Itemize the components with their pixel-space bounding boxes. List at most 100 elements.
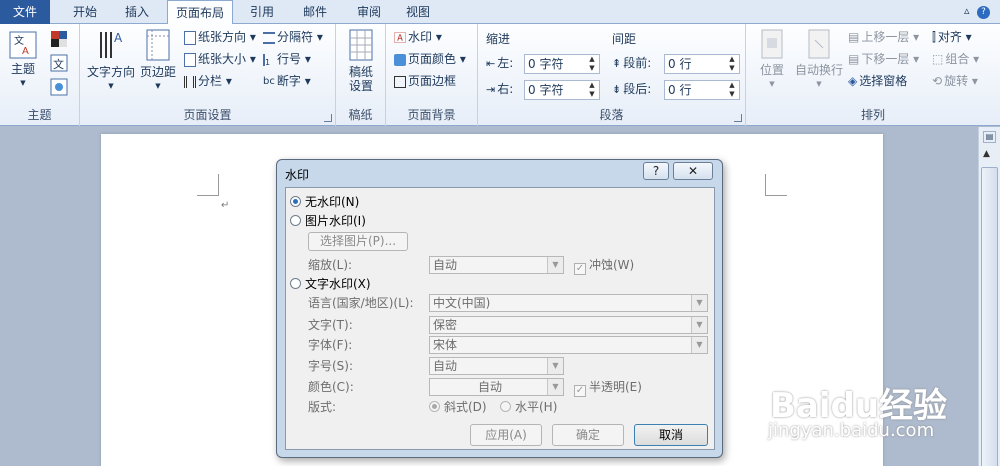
no-watermark-label: 无水印(N)	[305, 195, 360, 209]
tab-home[interactable]: 开始	[60, 0, 110, 24]
indent-left-spinner[interactable]: 0 字符 ▲ ▼	[524, 54, 600, 74]
checkbox-checked-icon[interactable]: ✓	[574, 263, 586, 275]
bring-forward-button[interactable]: ▤ 上移一层 ▾	[848, 28, 919, 46]
chevron-down-icon[interactable]: ▼	[691, 317, 707, 333]
radio-icon[interactable]	[290, 215, 301, 226]
text-select[interactable]: 保密 ▼	[429, 316, 708, 334]
font-select[interactable]: 宋体 ▼	[429, 336, 708, 354]
radio-selected-icon[interactable]	[290, 196, 301, 207]
align-button[interactable]: ⫿ 对齐 ▾	[932, 28, 972, 46]
scroll-up-icon[interactable]: ▲	[983, 149, 990, 159]
chevron-down-icon: ▼	[769, 80, 775, 88]
text-direction-button[interactable]: A 文字方向 ▼	[86, 28, 136, 93]
text-watermark-option[interactable]: 文字水印(X)	[290, 276, 371, 292]
theme-effects-button[interactable]	[50, 78, 72, 99]
help-icon[interactable]: ?	[977, 6, 990, 19]
tab-insert[interactable]: 插入	[112, 0, 162, 24]
picture-watermark-option[interactable]: 图片水印(I)	[290, 213, 366, 229]
size-select[interactable]: 自动 ▼	[429, 357, 564, 375]
margins-label: 页边距	[139, 65, 176, 79]
watermark-button[interactable]: 🄰 水印 ▾	[394, 28, 442, 47]
orientation-button[interactable]: 纸张方向 ▾	[184, 28, 256, 46]
radio-icon[interactable]	[500, 401, 511, 412]
tab-view[interactable]: 视图	[398, 0, 438, 24]
line-numbers-icon: 1	[263, 53, 275, 67]
chevron-down-icon[interactable]: ▼	[547, 257, 563, 273]
diagonal-option[interactable]: 斜式(D)	[429, 399, 487, 415]
chevron-down-icon[interactable]: ▼	[547, 358, 563, 374]
breaks-icon	[263, 31, 275, 44]
language-value: 中文(中国)	[433, 296, 491, 310]
indent-right-spinner[interactable]: 0 字符 ▲ ▼	[524, 80, 600, 100]
chevron-down-icon[interactable]: ▼	[691, 295, 707, 311]
breaks-button[interactable]: 分隔符 ▾	[263, 28, 323, 46]
chevron-down-icon[interactable]: ▼	[691, 337, 707, 353]
tab-page-layout[interactable]: 页面布局	[167, 0, 233, 25]
watermark-label: 水印	[408, 30, 433, 44]
indent-title: 缩进	[486, 32, 511, 46]
manuscript-settings-button[interactable]: 稿纸 设置	[340, 28, 382, 93]
wrap-text-button[interactable]: 自动换行 ▼	[794, 28, 844, 91]
select-picture-button[interactable]: 选择图片(P)...	[308, 232, 408, 251]
chevron-down-icon: ▼	[816, 80, 822, 88]
scale-select[interactable]: 自动 ▼	[429, 256, 564, 274]
scale-value: 自动	[433, 258, 458, 272]
tab-file[interactable]: 文件	[0, 0, 50, 24]
spacing-after-spinner[interactable]: 0 行 ▲ ▼	[664, 80, 740, 100]
theme-fonts-button[interactable]: 文	[50, 54, 72, 75]
language-select[interactable]: 中文(中国) ▼	[429, 294, 708, 312]
tab-references[interactable]: 引用	[240, 0, 284, 24]
help-button[interactable]: ?	[643, 162, 669, 180]
spinner-arrows-icon[interactable]: ▲ ▼	[585, 81, 599, 99]
spinner-arrows-icon[interactable]: ▲ ▼	[585, 55, 599, 73]
watermark-icon: 🄰	[394, 30, 407, 45]
columns-button[interactable]: 分栏 ▾	[184, 72, 232, 90]
send-backward-button[interactable]: ▤ 下移一层 ▾	[848, 50, 919, 68]
semitransparent-checkbox[interactable]: ✓ 半透明(E)	[574, 379, 642, 397]
washout-checkbox[interactable]: ✓ 冲蚀(W)	[574, 257, 634, 275]
vertical-scrollbar[interactable]: ▤ ▲	[978, 127, 1000, 466]
close-button[interactable]: ✕	[673, 162, 713, 180]
margins-button[interactable]: 页边距 ▼	[138, 28, 178, 93]
page-borders-label: 页面边框	[408, 74, 457, 88]
radio-icon[interactable]	[290, 278, 301, 289]
position-button[interactable]: 位置 ▼	[754, 28, 790, 91]
cancel-button[interactable]: 取消	[634, 424, 708, 446]
group-label-page-background: 页面背景	[407, 108, 456, 122]
group-label-paragraph: 段落	[599, 108, 624, 122]
spacing-before-spinner[interactable]: 0 行 ▲ ▼	[664, 54, 740, 74]
apply-button[interactable]: 应用(A)	[470, 424, 542, 446]
spacing-before-label: ⇞ 段前:	[612, 54, 651, 73]
spinner-arrows-icon[interactable]: ▲ ▼	[725, 81, 739, 99]
tab-review[interactable]: 审阅	[346, 0, 392, 24]
ok-button[interactable]: 确定	[552, 424, 624, 446]
color-select[interactable]: 自动 ▼	[429, 378, 564, 396]
selection-pane-button[interactable]: ◈ 选择窗格	[848, 72, 907, 90]
page-borders-button[interactable]: 页面边框	[394, 72, 456, 90]
no-watermark-option[interactable]: 无水印(N)	[290, 194, 359, 210]
manuscript-icon	[349, 29, 373, 61]
spinner-arrows-icon[interactable]: ▲ ▼	[725, 55, 739, 73]
checkbox-checked-icon[interactable]: ✓	[574, 385, 586, 397]
indent-left-value: 0 字符	[528, 57, 564, 71]
radio-selected-icon[interactable]	[429, 401, 440, 412]
hyphenation-button[interactable]: bc 断字 ▾	[263, 72, 311, 91]
theme-colors-button[interactable]	[50, 30, 72, 51]
group-button[interactable]: ⬚ 组合 ▾	[932, 50, 979, 68]
tab-mailings[interactable]: 邮件	[292, 0, 338, 24]
dialog-body: 无水印(N) 图片水印(I) 选择图片(P)... 缩放(L): 自动 ▼ ✓ 冲蚀…	[285, 187, 715, 450]
layout-label: 版式:	[308, 400, 337, 414]
ruler-toggle-icon[interactable]: ▤	[983, 131, 996, 143]
minimize-ribbon-icon[interactable]: ▵	[964, 4, 970, 17]
rotate-button[interactable]: ⟲ 旋转 ▾	[932, 72, 978, 90]
group-label-manuscript: 稿纸	[348, 108, 373, 122]
horizontal-option[interactable]: 水平(H)	[500, 399, 557, 415]
scroll-thumb[interactable]	[981, 167, 998, 466]
line-numbers-button[interactable]: 1 行号 ▾	[263, 50, 311, 68]
spacing-after-text: 段后:	[623, 82, 652, 96]
size-button[interactable]: 纸张大小 ▾	[184, 50, 256, 68]
themes-button[interactable]: 文A 主题 ▼	[6, 30, 40, 90]
page-color-button[interactable]: 页面颜色 ▾	[394, 50, 466, 68]
chevron-down-icon[interactable]: ▼	[547, 379, 563, 395]
margin-corner-left	[197, 174, 219, 196]
